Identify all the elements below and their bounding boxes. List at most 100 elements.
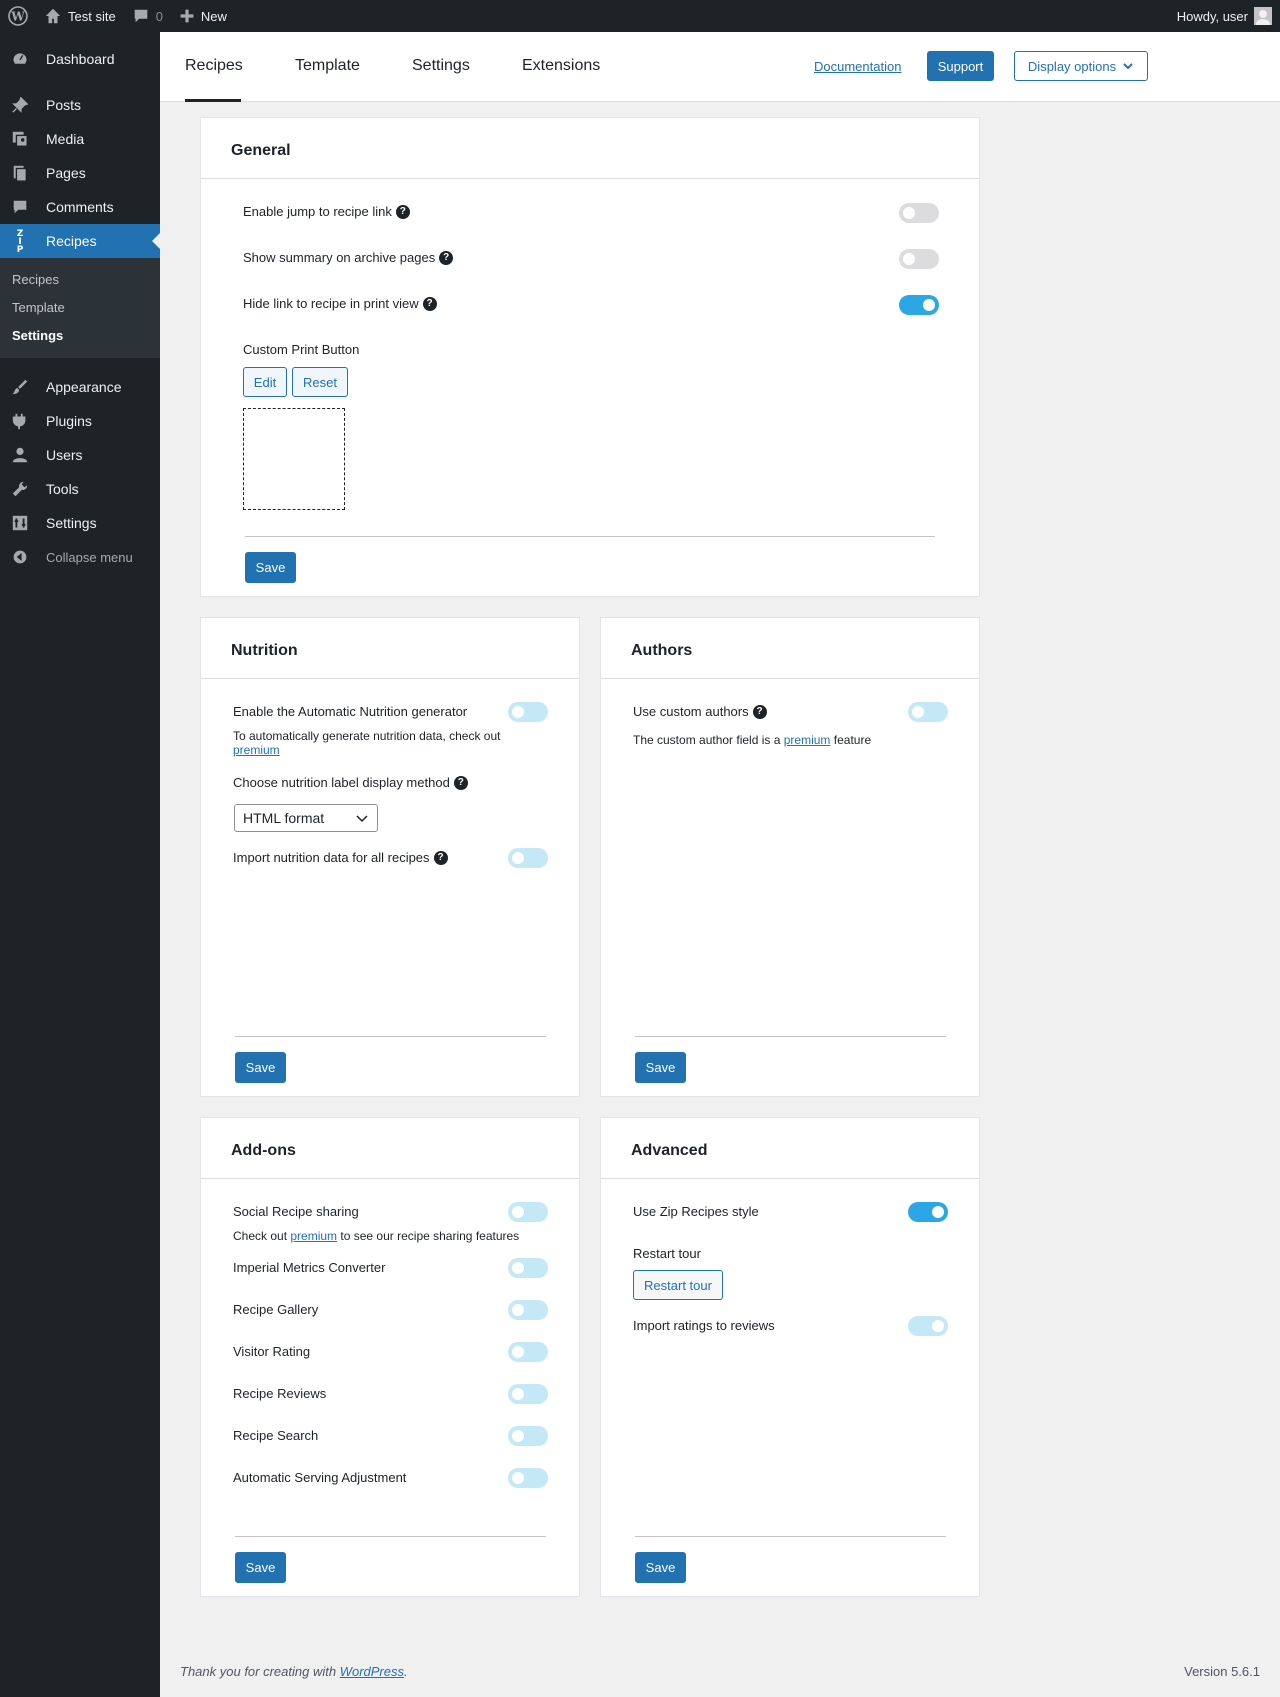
wordpress-link[interactable]: WordPress [340, 1664, 404, 1679]
hide-link-print-toggle[interactable] [899, 295, 939, 315]
reset-button[interactable]: Reset [292, 367, 348, 397]
media-icon [10, 129, 30, 149]
sidebar-item-media[interactable]: Media [0, 122, 160, 156]
custom-authors-toggle[interactable] [908, 702, 948, 722]
authors-title: Authors [601, 618, 979, 679]
howdy-text: Howdy, user [1176, 8, 1248, 24]
sidebar-item-label: Dashboard [46, 51, 115, 67]
sidebar-item-users[interactable]: Users [0, 438, 160, 472]
edit-button[interactable]: Edit [243, 367, 287, 397]
social-sharing-label: Social Recipe sharing [233, 1204, 359, 1219]
comment-icon [10, 197, 30, 217]
advanced-save-button[interactable]: Save [635, 1552, 686, 1583]
auto-nutrition-toggle[interactable] [508, 702, 548, 722]
collapse-menu-button[interactable]: Collapse menu [0, 540, 160, 574]
hide-link-print-row: Hide link to recipe in print view ? [243, 296, 437, 311]
admin-bar: W Test site 0 New Howdy, user [0, 0, 1280, 32]
restart-tour-label: Restart tour [633, 1246, 701, 1261]
display-options-button[interactable]: Display options [1014, 51, 1148, 81]
authors-save-button[interactable]: Save [635, 1052, 686, 1083]
advanced-title: Advanced [601, 1118, 979, 1179]
print-button-preview [243, 408, 345, 510]
sidebar-item-label: Pages [46, 165, 86, 181]
comments-link[interactable]: 0 [124, 0, 171, 32]
jump-link-toggle[interactable] [899, 203, 939, 223]
footer-thanks: Thank you for creating with WordPress. [180, 1664, 408, 1679]
import-nutrition-label: Import nutrition data for all recipes [233, 850, 430, 865]
premium-link[interactable]: premium [233, 743, 280, 757]
social-sharing-toggle[interactable] [508, 1202, 548, 1222]
svg-text:P: P [17, 245, 24, 254]
custom-authors-label: Use custom authors [633, 704, 749, 719]
sidebar-item-posts[interactable]: Posts [0, 88, 160, 122]
plugin-icon [10, 411, 30, 431]
sidebar-item-appearance[interactable]: Appearance [0, 370, 160, 404]
documentation-link[interactable]: Documentation [814, 59, 901, 74]
nutrition-title: Nutrition [201, 618, 579, 679]
tab-template[interactable]: Template [295, 32, 360, 102]
nutrition-premium-note: To automatically generate nutrition data… [233, 729, 513, 757]
help-icon[interactable]: ? [422, 296, 437, 311]
sidebar-item-label: Media [46, 131, 85, 147]
sidebar-item-label: Recipes [46, 233, 97, 249]
tab-recipes[interactable]: Recipes [185, 32, 243, 102]
sidebar-item-label: Appearance [46, 379, 122, 395]
addons-title: Add-ons [201, 1118, 579, 1179]
tab-settings[interactable]: Settings [412, 32, 470, 102]
premium-link[interactable]: premium [784, 733, 831, 747]
general-save-button[interactable]: Save [245, 552, 296, 583]
submenu-item-settings[interactable]: Settings [0, 322, 160, 350]
restart-tour-button[interactable]: Restart tour [633, 1270, 723, 1300]
serving-adjustment-toggle[interactable] [508, 1468, 548, 1488]
footer-thanks-text: Thank you for creating with [180, 1664, 337, 1679]
authors-premium-note: The custom author field is a premium fea… [633, 733, 871, 747]
sidebar-item-pages[interactable]: Pages [0, 156, 160, 190]
help-icon[interactable]: ? [433, 850, 448, 865]
pages-icon [10, 163, 30, 183]
sidebar-item-dashboard[interactable]: Dashboard [0, 42, 160, 76]
import-ratings-label: Import ratings to reviews [633, 1318, 775, 1333]
site-name-link[interactable]: Test site [36, 0, 124, 32]
help-icon[interactable]: ? [439, 250, 454, 265]
help-icon[interactable]: ? [752, 704, 767, 719]
home-icon [45, 8, 61, 24]
chevron-down-icon [356, 815, 368, 823]
zip-recipes-icon: ZIP [10, 229, 30, 254]
hide-link-print-label: Hide link to recipe in print view [243, 296, 419, 311]
nutrition-save-button[interactable]: Save [235, 1052, 286, 1083]
wordpress-logo-icon[interactable]: W [0, 0, 36, 32]
sidebar-item-tools[interactable]: Tools [0, 472, 160, 506]
submenu-item-recipes[interactable]: Recipes [0, 266, 160, 294]
social-note-prefix: Check out [233, 1229, 288, 1243]
import-nutrition-toggle[interactable] [508, 848, 548, 868]
premium-link[interactable]: premium [290, 1229, 337, 1243]
recipe-gallery-toggle[interactable] [508, 1300, 548, 1320]
addons-save-button[interactable]: Save [235, 1552, 286, 1583]
sidebar-item-settings[interactable]: Settings [0, 506, 160, 540]
submenu-item-template[interactable]: Template [0, 294, 160, 322]
settings-icon [10, 513, 30, 533]
recipe-reviews-toggle[interactable] [508, 1384, 548, 1404]
divider [245, 536, 935, 537]
support-button[interactable]: Support [927, 51, 994, 81]
import-ratings-toggle[interactable] [908, 1316, 948, 1336]
help-icon[interactable]: ? [395, 204, 410, 219]
tab-extensions[interactable]: Extensions [522, 32, 600, 102]
recipe-search-toggle[interactable] [508, 1426, 548, 1446]
help-icon[interactable]: ? [453, 775, 468, 790]
sidebar-item-plugins[interactable]: Plugins [0, 404, 160, 438]
summary-archive-toggle[interactable] [899, 249, 939, 269]
display-method-select[interactable]: HTML format [234, 804, 378, 832]
sidebar-item-label: Plugins [46, 413, 92, 429]
sidebar-item-recipes[interactable]: ZIP Recipes [0, 224, 160, 258]
visitor-rating-toggle[interactable] [508, 1342, 548, 1362]
imperial-converter-toggle[interactable] [508, 1258, 548, 1278]
pushpin-icon [10, 95, 30, 115]
footer-period: . [404, 1664, 408, 1679]
divider [235, 1036, 546, 1037]
zip-style-toggle[interactable] [908, 1202, 948, 1222]
my-account-link[interactable]: Howdy, user [1169, 0, 1280, 32]
new-content-link[interactable]: New [171, 0, 235, 32]
plugin-header: Recipes Template Settings Extensions Doc… [160, 32, 1280, 102]
sidebar-item-comments[interactable]: Comments [0, 190, 160, 224]
